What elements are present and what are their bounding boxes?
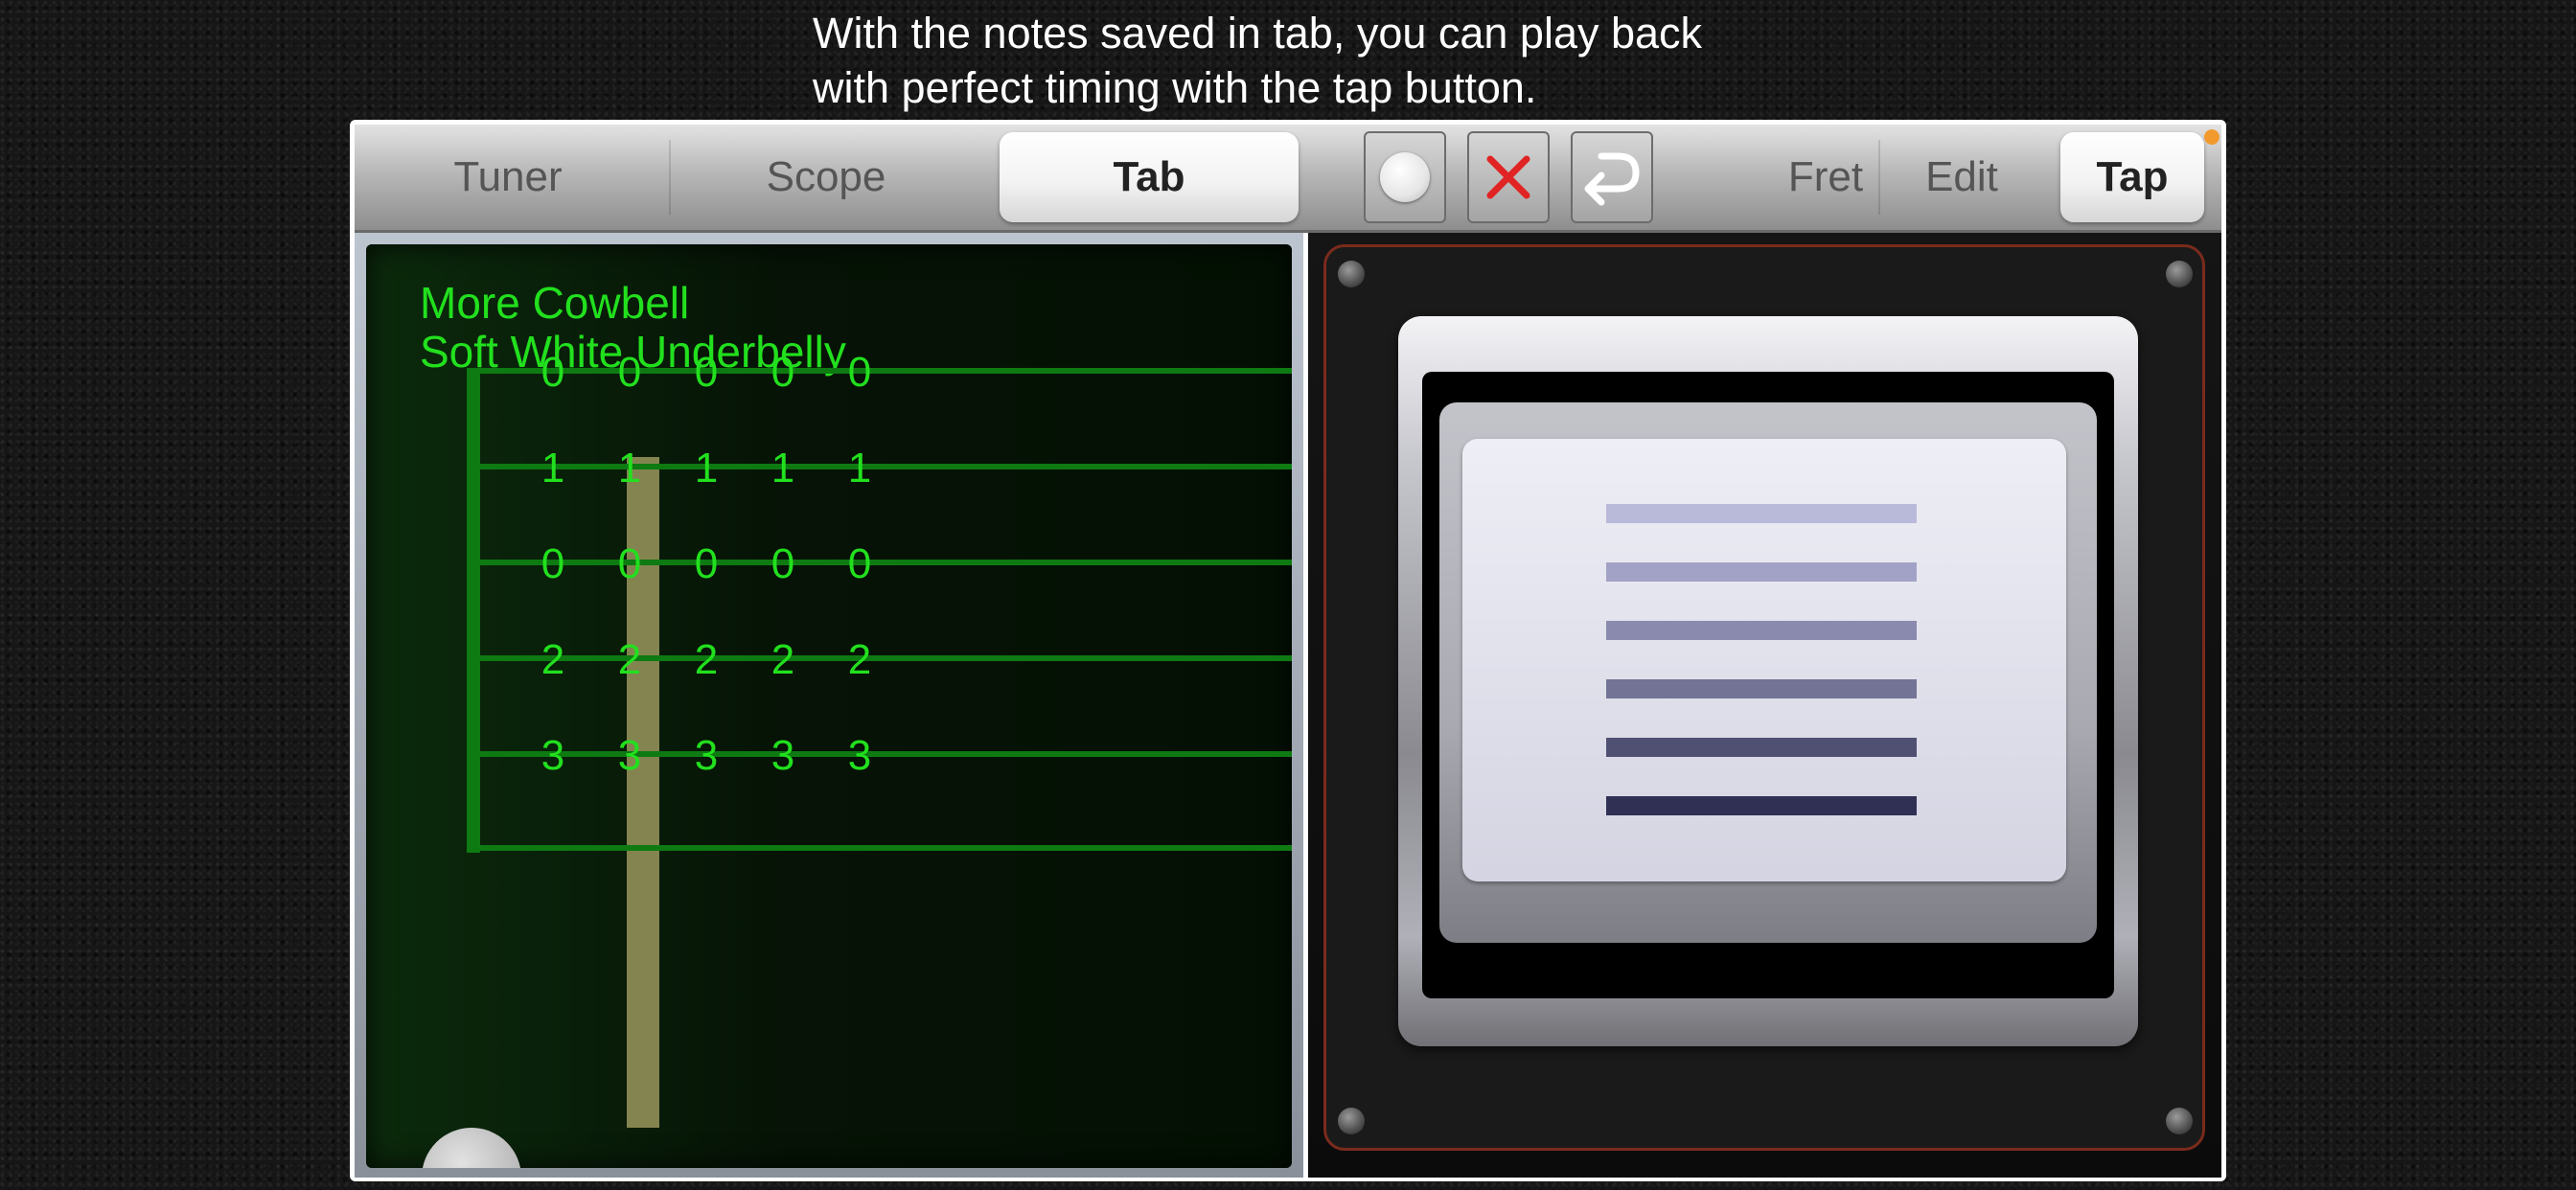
close-x-icon — [1486, 155, 1530, 199]
pedal-stripe — [1606, 679, 1917, 698]
caption: With the notes saved in tab, you can pla… — [813, 6, 1867, 115]
fret-number: 0 — [695, 349, 718, 396]
pedal-stripe — [1606, 504, 1917, 523]
tab-screen: More Cowbell Soft White Underbelly 00000… — [366, 244, 1292, 1168]
fret-number: 2 — [771, 636, 794, 683]
amp-frame — [1323, 244, 2205, 1151]
pedal-stripe — [1606, 796, 1917, 815]
fret-number: 2 — [848, 636, 871, 683]
status-indicator-dot — [2204, 129, 2220, 145]
staff-barline — [467, 368, 480, 853]
tap-pedal-recess — [1422, 372, 2114, 998]
fret-number: 0 — [541, 540, 564, 587]
fret-number: 0 — [771, 540, 794, 587]
caption-line-1: With the notes saved in tab, you can pla… — [813, 9, 1703, 57]
record-button[interactable] — [1364, 131, 1446, 223]
screw-icon — [2166, 1108, 2193, 1134]
pedal-stripe — [1606, 738, 1917, 757]
tab-panel: More Cowbell Soft White Underbelly 00000… — [355, 233, 1303, 1178]
fret-number: 0 — [771, 349, 794, 396]
tap-pedal-face — [1439, 402, 2097, 943]
tab-tuner[interactable]: Tuner — [355, 125, 661, 230]
fret-number: 0 — [618, 349, 641, 396]
fret-number: 1 — [618, 445, 641, 492]
record-dot-icon — [1380, 152, 1430, 202]
fret-number: 0 — [848, 540, 871, 587]
screw-icon — [1338, 261, 1365, 287]
undo-arrow-icon — [1584, 152, 1640, 206]
fret-number: 3 — [541, 732, 564, 779]
tap-pedal[interactable] — [1398, 316, 2138, 1046]
tap-pedal-plate — [1462, 439, 2066, 881]
tab-scope[interactable]: Scope — [673, 125, 979, 230]
tab-tab[interactable]: Tab — [1000, 132, 1299, 222]
fret-number: 0 — [618, 540, 641, 587]
fret-number: 1 — [848, 445, 871, 492]
fret-number: 3 — [848, 732, 871, 779]
fret-number: 1 — [771, 445, 794, 492]
delete-button[interactable] — [1467, 131, 1550, 223]
toolbar: Tuner Scope Tab Fret Edit Tap — [355, 125, 2221, 233]
tab-staff: 0 0 0 0 0 1 1 1 1 1 0 0 0 0 0 2 2 2 2 2 3 3 3 3 3 — [467, 349, 1292, 853]
tab-divider — [669, 140, 671, 215]
app-window: Tuner Scope Tab Fret Edit Tap More Cowbe… — [350, 120, 2226, 1181]
fret-number: 2 — [618, 636, 641, 683]
mode-edit[interactable]: Edit — [1880, 125, 2043, 230]
fret-number: 1 — [695, 445, 718, 492]
pedal-stripe — [1606, 621, 1917, 640]
tap-panel — [1308, 233, 2221, 1178]
fret-number: 1 — [541, 445, 564, 492]
fret-number: 3 — [771, 732, 794, 779]
caption-line-2: with perfect timing with the tap button. — [813, 63, 1537, 112]
fret-number: 0 — [541, 349, 564, 396]
fret-number: 0 — [695, 540, 718, 587]
mode-tap[interactable]: Tap — [2060, 132, 2204, 222]
screw-icon — [1338, 1108, 1365, 1134]
fret-number: 2 — [541, 636, 564, 683]
fret-number: 2 — [695, 636, 718, 683]
pedal-stripe — [1606, 562, 1917, 582]
fret-number: 3 — [618, 732, 641, 779]
screw-icon — [2166, 261, 2193, 287]
fret-number: 0 — [848, 349, 871, 396]
undo-button[interactable] — [1571, 131, 1653, 223]
fret-number: 3 — [695, 732, 718, 779]
